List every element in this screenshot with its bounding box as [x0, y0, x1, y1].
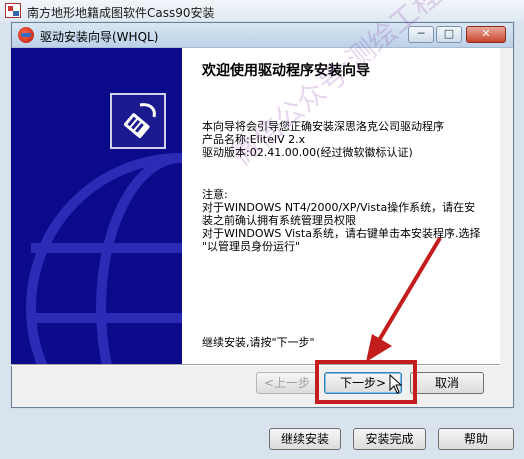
install-finish-button[interactable]: 安装完成 [353, 428, 426, 450]
pointer-arrow-icon [366, 236, 442, 362]
continue-install-button[interactable]: 继续安装 [269, 428, 341, 450]
help-button[interactable]: 帮助 [438, 428, 514, 450]
mouse-cursor-icon [389, 374, 403, 394]
